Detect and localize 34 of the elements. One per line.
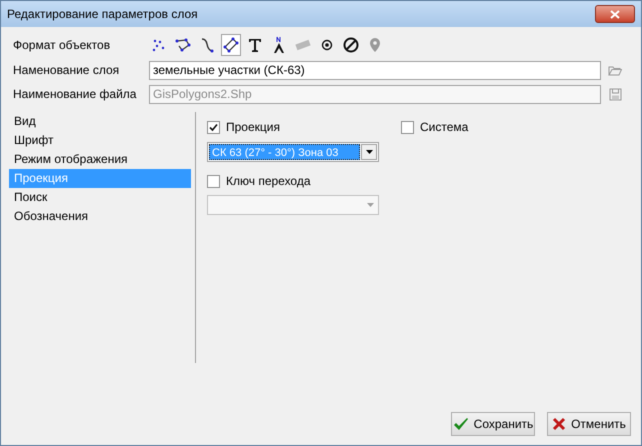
checkbox-label: Система: [420, 119, 468, 136]
save-button[interactable]: Сохранить: [451, 412, 535, 436]
map-pin-icon: [369, 37, 381, 53]
text-icon: [248, 37, 262, 53]
check-icon: [452, 417, 469, 431]
text-field[interactable]: земельные участки (СК-63): [149, 60, 601, 80]
sidebar-item[interactable]: Вид: [9, 112, 191, 131]
sidebar-item[interactable]: Шрифт: [9, 131, 191, 150]
cross-icon: [552, 417, 566, 431]
dropdown-arrow-icon: [366, 150, 372, 154]
dropdown-arrow-icon: [367, 203, 374, 207]
polygon-icon: [223, 37, 239, 53]
curve-icon: [200, 37, 214, 53]
close-icon: [610, 10, 620, 18]
close-button[interactable]: [595, 5, 635, 23]
sidebar-item[interactable]: Обозначения: [9, 207, 191, 226]
cancel-button[interactable]: Отменить: [547, 412, 631, 436]
target-icon: [321, 39, 333, 51]
polyline-icon: [175, 38, 191, 52]
checkbox[interactable]: [207, 120, 220, 134]
sidebar-item[interactable]: Поиск: [9, 188, 191, 207]
field-label: Наименование файла: [13, 86, 138, 103]
window-title: Редактирование параметров слоя: [7, 6, 198, 23]
format-toggle-button[interactable]: [221, 34, 241, 56]
checkbox[interactable]: [207, 174, 220, 188]
field-label: Формат объектов: [13, 37, 112, 54]
points-icon: [152, 38, 166, 52]
checkbox[interactable]: [401, 120, 414, 134]
no-sign-icon: [343, 37, 359, 53]
sidebar-item[interactable]: Режим отображения: [9, 150, 191, 169]
checkbox-label: Ключ перехода: [226, 173, 311, 190]
field-label: Наменование слоя: [13, 62, 120, 79]
checkbox-label: Проекция: [226, 119, 280, 136]
compass-icon: [273, 36, 285, 54]
